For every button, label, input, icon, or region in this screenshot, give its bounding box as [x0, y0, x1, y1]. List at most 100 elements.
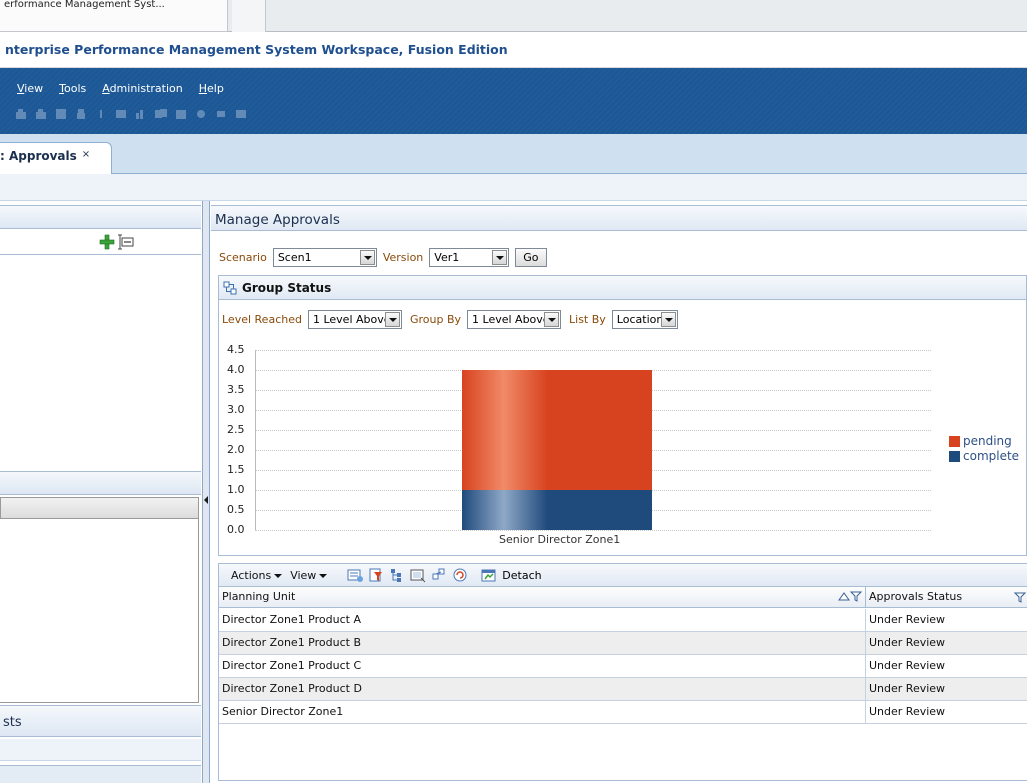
toolbar-chart-icon[interactable]	[134, 108, 148, 120]
level-reached-label: Level Reached	[222, 313, 302, 326]
view-menu[interactable]: View	[290, 568, 328, 582]
menubar: View Tools Administration Help	[0, 68, 1027, 134]
legend-swatch	[949, 450, 960, 462]
filter-table-icon[interactable]	[368, 567, 384, 583]
actions-menu-label: Actions	[231, 568, 272, 582]
toolbar-copy-icon[interactable]	[154, 108, 168, 120]
cell-planning-unit: Director Zone1 Product A	[222, 613, 361, 626]
group-status-filters: Level Reached 1 Level Above Group By 1 L…	[222, 310, 684, 329]
y-tick-label: 1.0	[227, 483, 245, 496]
toolbar-open-doc-icon[interactable]	[34, 108, 48, 120]
table-row[interactable]: Director Zone1 Product C Under Review	[219, 655, 1027, 678]
filter-icon[interactable]	[850, 590, 862, 602]
scenario-value: Scen1	[277, 250, 312, 264]
scenario-dropdown-icon[interactable]	[359, 249, 375, 265]
group-by-label: Group By	[409, 313, 462, 326]
actions-menu[interactable]: Actions	[231, 568, 283, 582]
toolbar-save-icon[interactable]	[54, 108, 68, 120]
bar-pending[interactable]	[462, 370, 652, 490]
version-dropdown-icon[interactable]	[492, 249, 508, 265]
refresh-icon[interactable]	[452, 567, 468, 583]
table-row[interactable]: Director Zone1 Product B Under Review	[219, 632, 1027, 655]
properties-icon[interactable]	[118, 233, 134, 251]
view-menu-label: View	[290, 568, 317, 582]
hierarchy-icon[interactable]	[389, 567, 405, 583]
group-by-dropdown-icon[interactable]	[544, 312, 560, 327]
main-menu: View Tools Administration Help	[17, 82, 240, 95]
sort-ascending-icon[interactable]	[838, 590, 850, 602]
left-panel-scrollbar[interactable]	[0, 497, 199, 519]
toolbar-open-icon[interactable]	[14, 108, 28, 120]
column-planning-unit[interactable]: Planning Unit	[222, 590, 295, 603]
planning-unit-table-panel: Actions View Detach Planning Unit Approv…	[218, 563, 1027, 781]
page-title: Manage Approvals	[211, 205, 1027, 231]
left-panel-band	[0, 739, 201, 761]
level-reached-select[interactable]: 1 Level Above	[307, 310, 402, 329]
menu-help[interactable]: Help	[199, 82, 224, 95]
version-label: Version	[382, 250, 424, 264]
cell-separator	[865, 632, 866, 654]
toolbar-link-icon[interactable]	[194, 108, 208, 120]
sub-toolbar	[0, 174, 1027, 201]
cell-separator	[865, 609, 866, 631]
legend-item-pending: pending	[949, 434, 1012, 448]
y-tick-label: 1.5	[227, 463, 245, 476]
details-icon[interactable]	[410, 567, 426, 583]
collapse-arrow-icon[interactable]	[204, 496, 208, 504]
left-panel-band-bottom	[0, 765, 201, 783]
menu-administration-label: Administration	[102, 82, 183, 95]
bar-complete[interactable]	[462, 490, 652, 530]
list-by-dropdown-icon[interactable]	[660, 312, 676, 327]
level-reached-dropdown-icon[interactable]	[384, 312, 400, 327]
column-approvals-status[interactable]: Approvals Status	[869, 590, 962, 603]
add-icon[interactable]	[99, 234, 115, 250]
menu-tools[interactable]: Tools	[59, 82, 86, 95]
group-by-select[interactable]: 1 Level Above	[467, 310, 562, 329]
left-panel-list	[0, 519, 199, 703]
link-icon[interactable]	[431, 567, 447, 583]
version-select[interactable]: Ver1	[429, 247, 510, 267]
scenario-select[interactable]: Scen1	[272, 247, 377, 267]
list-by-select[interactable]: Location	[611, 310, 678, 329]
x-tick-label: Senior Director Zone1	[499, 533, 621, 546]
table-row[interactable]: Senior Director Zone1 Under Review	[219, 701, 1027, 724]
toolbar-refresh-icon[interactable]	[214, 108, 228, 120]
y-tick-label: 4.0	[227, 363, 245, 376]
left-panel-section-label: sts	[0, 705, 201, 737]
detach-button[interactable]: Detach	[481, 567, 542, 583]
cell-separator	[865, 655, 866, 677]
browser-tab[interactable]: erformance Management Syst...	[0, 0, 228, 32]
browser-tab-bar: erformance Management Syst...	[0, 0, 1027, 32]
legend-label: complete	[963, 449, 1020, 463]
tab-close-icon[interactable]: ×	[82, 149, 90, 160]
menu-administration[interactable]: Administration	[102, 82, 183, 95]
tab-approvals[interactable]: : Approvals ×	[0, 142, 112, 174]
toolbar-paste-icon[interactable]	[174, 108, 188, 120]
list-by-value: Location	[616, 313, 664, 326]
y-tick-label: 4.5	[227, 343, 245, 356]
go-button[interactable]: Go	[515, 247, 547, 267]
left-panel-section-title: sts	[3, 715, 22, 730]
properties-table-icon[interactable]	[347, 567, 364, 583]
table-row[interactable]: Director Zone1 Product D Under Review	[219, 678, 1027, 701]
left-panel-section-header	[0, 471, 201, 495]
y-tick-label: 2.5	[227, 423, 245, 436]
cell-planning-unit: Director Zone1 Product D	[222, 682, 362, 695]
y-axis-line	[255, 350, 256, 530]
status-filter-icon[interactable]	[1014, 591, 1026, 603]
planning-unit-sort-filter[interactable]	[838, 590, 862, 602]
table-row[interactable]: Director Zone1 Product A Under Review	[219, 609, 1027, 632]
app-title: nterprise Performance Management System …	[5, 42, 508, 57]
toolbar-grid-icon[interactable]	[234, 108, 248, 120]
new-tab-button[interactable]	[232, 0, 266, 32]
group-status-panel: Group Status Level Reached 1 Level Above…	[218, 275, 1027, 556]
toolbar-spacer-icon	[94, 108, 108, 120]
menu-view[interactable]: View	[17, 82, 43, 95]
toolbar-print-icon[interactable]	[74, 108, 88, 120]
y-tick-label: 0.5	[227, 503, 245, 516]
left-panel-header	[0, 205, 201, 229]
panel-splitter[interactable]	[203, 201, 210, 783]
toolbar-properties-icon[interactable]	[114, 108, 128, 120]
list-by-label: List By	[569, 313, 606, 326]
actions-caret-icon	[274, 573, 283, 578]
